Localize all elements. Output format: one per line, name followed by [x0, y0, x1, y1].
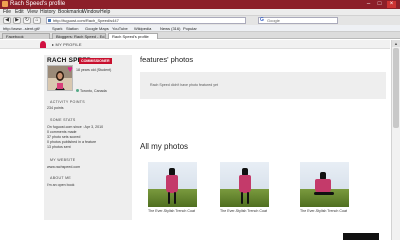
bottom-action-button[interactable]: [343, 233, 379, 240]
menu-edit[interactable]: Edit: [15, 9, 24, 16]
stats-title: SOME STATS: [50, 118, 76, 122]
search-input[interactable]: G Google: [258, 17, 338, 24]
activity-points-title: ACTIVITY POINTS: [50, 100, 85, 104]
scroll-up-icon[interactable]: ▲: [392, 40, 400, 47]
home-button[interactable]: ⌂: [33, 17, 41, 24]
window-titlebar: Rach Speed's profile – □ ×: [0, 0, 400, 9]
back-button[interactable]: ◀: [3, 17, 11, 24]
photo-caption[interactable]: The Ever-Stylish Trench Coat: [220, 209, 272, 214]
tab-strip: Facebook Bloggers: Rach Speed - Ed... Ra…: [0, 32, 400, 39]
menu-history[interactable]: History: [40, 9, 56, 16]
location-label: Toronto, Canada: [80, 89, 107, 93]
menu-file[interactable]: File: [3, 9, 11, 16]
maximize-button[interactable]: □: [375, 1, 384, 8]
photo-thumbnail[interactable]: [300, 162, 349, 207]
bookmark-item[interactable]: Wikipedia: [134, 25, 151, 32]
reload-button[interactable]: ↻: [23, 17, 31, 24]
website-link[interactable]: www.rachspeed.com: [47, 165, 80, 170]
search-placeholder: Google: [267, 18, 280, 23]
bookmark-item[interactable]: Popular: [183, 25, 197, 32]
address-text: http://fuguost.com/Rach_Speed/s447: [53, 18, 119, 23]
close-button[interactable]: ×: [387, 1, 396, 8]
google-icon: G: [260, 17, 264, 23]
site-logo-icon[interactable]: [40, 41, 46, 48]
about-text: I'm an open book: [47, 183, 75, 187]
menu-bookmarks[interactable]: Bookmarks: [58, 9, 83, 16]
features-title: features' photos: [140, 55, 194, 64]
profile-location: Toronto, Canada: [76, 89, 107, 93]
tab-profile[interactable]: Rach Speed's profile: [108, 33, 158, 39]
site-header: ▸ MY PROFILE: [0, 40, 390, 49]
minimize-button[interactable]: –: [364, 1, 373, 8]
breadcrumb: ▸ MY PROFILE: [52, 40, 82, 49]
profile-tagline: 18 years old (Student): [76, 68, 112, 72]
role-badge: COMMISSIONER: [79, 58, 112, 64]
stats-list: On fuguost.com since : Apr 3, 2010 0 com…: [47, 125, 131, 150]
scrollbar-thumb[interactable]: [393, 48, 399, 128]
heart-icon: ♥: [67, 64, 73, 74]
bookmark-item[interactable]: Spark: [52, 25, 62, 32]
bookmark-item[interactable]: Station: [66, 25, 78, 32]
about-title: ABOUT ME: [50, 176, 72, 180]
navigation-bar: ◀ ▶ ↻ ⌂ http://fuguost.com/Rach_Speed/s4…: [0, 16, 400, 25]
forward-button[interactable]: ▶: [13, 17, 21, 24]
menu-bar: File Edit View History Bookmarks Window …: [0, 9, 400, 16]
menu-view[interactable]: View: [27, 9, 38, 16]
photo-caption[interactable]: The Ever-Stylish Trench Coat: [300, 209, 352, 214]
window-title: Rach Speed's profile: [10, 1, 66, 7]
tab-bloggers[interactable]: Bloggers: Rach Speed - Ed...: [52, 33, 106, 39]
favicon-icon: [48, 19, 51, 22]
photo-caption[interactable]: The Ever-Stylish Trench Coat: [148, 209, 200, 214]
all-photos-title: All my photos: [140, 142, 189, 151]
menu-help[interactable]: Help: [100, 9, 110, 16]
breadcrumb-label[interactable]: MY PROFILE: [56, 42, 82, 47]
photo-thumbnail[interactable]: [148, 162, 197, 207]
bookmark-item[interactable]: Google Maps: [85, 25, 109, 32]
menu-window[interactable]: Window: [82, 9, 100, 16]
bookmarks-bar: http://www...sient.gif/ Spark Station Go…: [0, 25, 400, 32]
stat-item: 13 photos sent: [47, 145, 71, 149]
bookmark-item[interactable]: http://www...sient.gif/: [3, 25, 40, 32]
bookmark-item[interactable]: News (316): [160, 25, 180, 32]
activity-points-value: 234 points: [47, 106, 64, 110]
browser-icon: [2, 1, 8, 7]
tab-facebook[interactable]: Facebook: [2, 33, 50, 39]
website-title: MY WEBSITE: [50, 158, 76, 162]
bookmark-item[interactable]: YouTube: [112, 25, 128, 32]
address-bar[interactable]: http://fuguost.com/Rach_Speed/s447: [46, 17, 246, 24]
location-pin-icon: [76, 89, 79, 92]
features-empty-message: Rach Speed didn't have photo featured ye…: [150, 83, 219, 87]
photo-thumbnail[interactable]: [220, 162, 269, 207]
